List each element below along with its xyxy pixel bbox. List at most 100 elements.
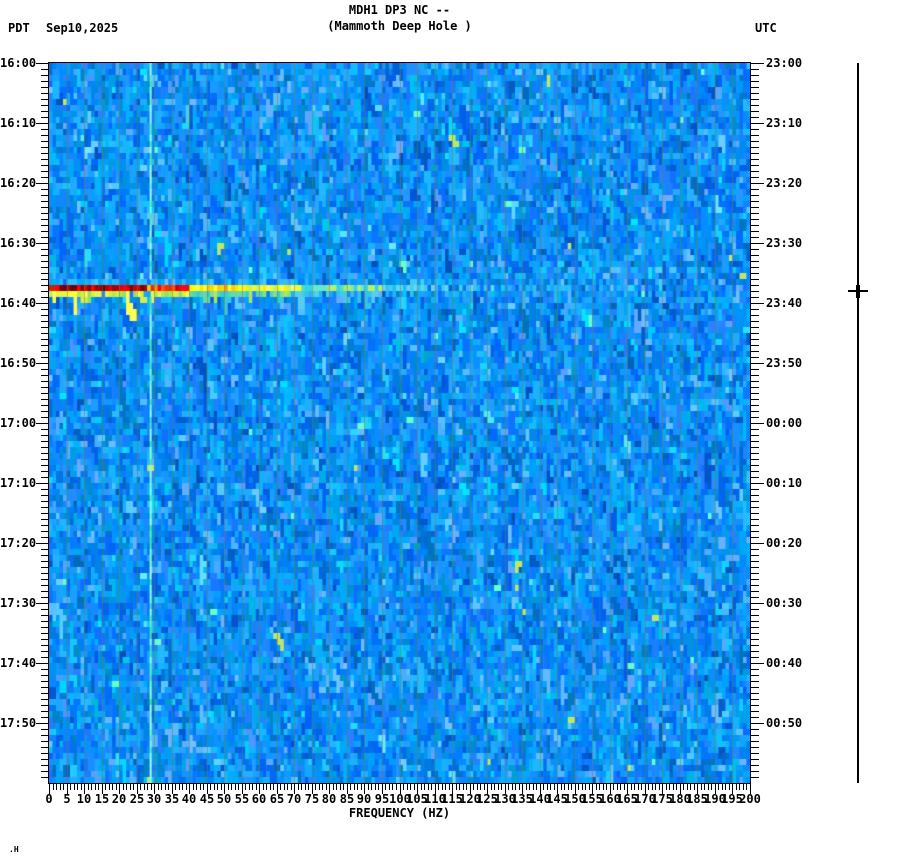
y-axis-left-tick <box>41 537 49 538</box>
y-axis-right-tick <box>751 393 759 394</box>
y-axis-left-tick <box>41 735 49 736</box>
x-axis-tick <box>526 784 527 790</box>
y-axis-right-tick <box>751 603 764 604</box>
y-axis-left-tick <box>41 129 49 130</box>
y-axis-left-tick <box>41 645 49 646</box>
y-axis-left-tick <box>41 375 49 376</box>
y-axis-left-tick <box>36 603 49 604</box>
x-axis-tick <box>116 784 117 790</box>
amplitude-trace-event-spike-core <box>856 285 860 298</box>
y-axis-right-tick <box>751 771 759 772</box>
x-axis-tick <box>151 784 152 790</box>
y-axis-right-tick <box>751 573 759 574</box>
y-axis-right-tick-label: 00:00 <box>766 416 803 430</box>
y-axis-left-tick <box>41 675 49 676</box>
y-axis-right-tick <box>751 657 759 658</box>
y-axis-right-tick <box>751 441 759 442</box>
x-axis-tick <box>133 784 134 790</box>
x-axis-tick <box>56 784 57 790</box>
x-axis-tick <box>91 784 92 790</box>
x-axis-tick <box>501 784 502 790</box>
y-axis-left-tick <box>41 201 49 202</box>
x-axis-tick <box>438 784 439 790</box>
x-axis-tick <box>704 784 705 790</box>
y-axis-right-tick <box>751 303 764 304</box>
y-axis-left-tick <box>41 195 49 196</box>
y-axis-right-tick <box>751 447 759 448</box>
y-axis-right-tick <box>751 711 759 712</box>
y-axis-right-tick <box>751 555 759 556</box>
x-axis-tick <box>536 784 537 790</box>
y-axis-right-tick <box>751 135 759 136</box>
y-axis-right-tick <box>751 339 759 340</box>
y-axis-left-tick <box>41 351 49 352</box>
x-axis-tick <box>631 784 632 790</box>
x-axis-tick <box>301 784 302 790</box>
y-axis-right-tick <box>751 357 759 358</box>
y-axis-left-tick <box>41 273 49 274</box>
y-axis-right-tick <box>751 231 759 232</box>
y-axis-left-tick <box>41 417 49 418</box>
y-axis-left-tick <box>41 249 49 250</box>
y-axis-right-tick <box>751 663 764 664</box>
x-axis-tick <box>498 784 499 790</box>
y-axis-left-tick <box>41 399 49 400</box>
x-axis-tick <box>655 784 656 790</box>
y-axis-left-tick <box>41 237 49 238</box>
x-axis-tick <box>147 784 148 790</box>
x-axis-tick <box>228 784 229 790</box>
x-axis-tick <box>368 784 369 790</box>
x-axis-tick <box>617 784 618 790</box>
y-axis-right-tick <box>751 315 759 316</box>
y-axis-left-tick <box>41 531 49 532</box>
y-axis-right-tick <box>751 429 759 430</box>
x-axis-tick <box>361 784 362 790</box>
y-axis-right-tick <box>751 777 759 778</box>
y-axis-right-tick <box>751 345 759 346</box>
x-axis-tick <box>193 784 194 790</box>
y-axis-right-tick <box>751 363 764 364</box>
y-axis-right-tick <box>751 171 759 172</box>
x-axis-tick-label: 200 <box>739 792 761 806</box>
y-axis-left-tick <box>41 447 49 448</box>
y-axis-left-tick <box>41 633 49 634</box>
x-axis-tick <box>350 784 351 790</box>
y-axis-right-tick <box>751 81 759 82</box>
x-axis-tick <box>407 784 408 790</box>
y-axis-left-tick <box>41 93 49 94</box>
x-axis-tick <box>77 784 78 790</box>
x-axis-tick <box>319 784 320 790</box>
y-axis-left-tick-label: 17:00 <box>0 416 37 430</box>
x-axis-tick <box>641 784 642 790</box>
y-axis-right-tick <box>751 645 759 646</box>
y-axis-left-tick <box>41 87 49 88</box>
y-axis-left-tick <box>41 627 49 628</box>
spectrogram-page: { "header": { "tz_left": "PDT", "date": … <box>0 0 902 864</box>
y-axis-right-tick <box>751 753 759 754</box>
x-axis-tick <box>739 784 740 790</box>
y-axis-left-tick <box>41 555 49 556</box>
y-axis-left-tick <box>41 477 49 478</box>
y-axis-right-tick <box>751 195 759 196</box>
y-axis-left-tick <box>41 147 49 148</box>
x-axis-tick <box>221 784 222 790</box>
x-axis-tick <box>701 784 702 790</box>
x-axis-tick <box>711 784 712 790</box>
x-axis-tick <box>284 784 285 790</box>
x-axis-tick <box>659 784 660 790</box>
y-axis-right-tick <box>751 615 759 616</box>
x-axis-tick <box>333 784 334 790</box>
y-axis-left-tick <box>41 549 49 550</box>
y-axis-right-tick <box>751 621 759 622</box>
y-axis-right-tick <box>751 489 759 490</box>
y-axis-left-tick <box>36 123 49 124</box>
x-axis-tick <box>596 784 597 790</box>
x-axis-tick <box>533 784 534 790</box>
x-axis-tick <box>512 784 513 790</box>
x-axis-tick <box>263 784 264 790</box>
y-axis-left-tick <box>41 717 49 718</box>
y-axis-right-tick <box>751 459 759 460</box>
y-axis-left-tick <box>41 369 49 370</box>
y-axis-right-tick <box>751 531 759 532</box>
y-axis-left-tick <box>41 393 49 394</box>
